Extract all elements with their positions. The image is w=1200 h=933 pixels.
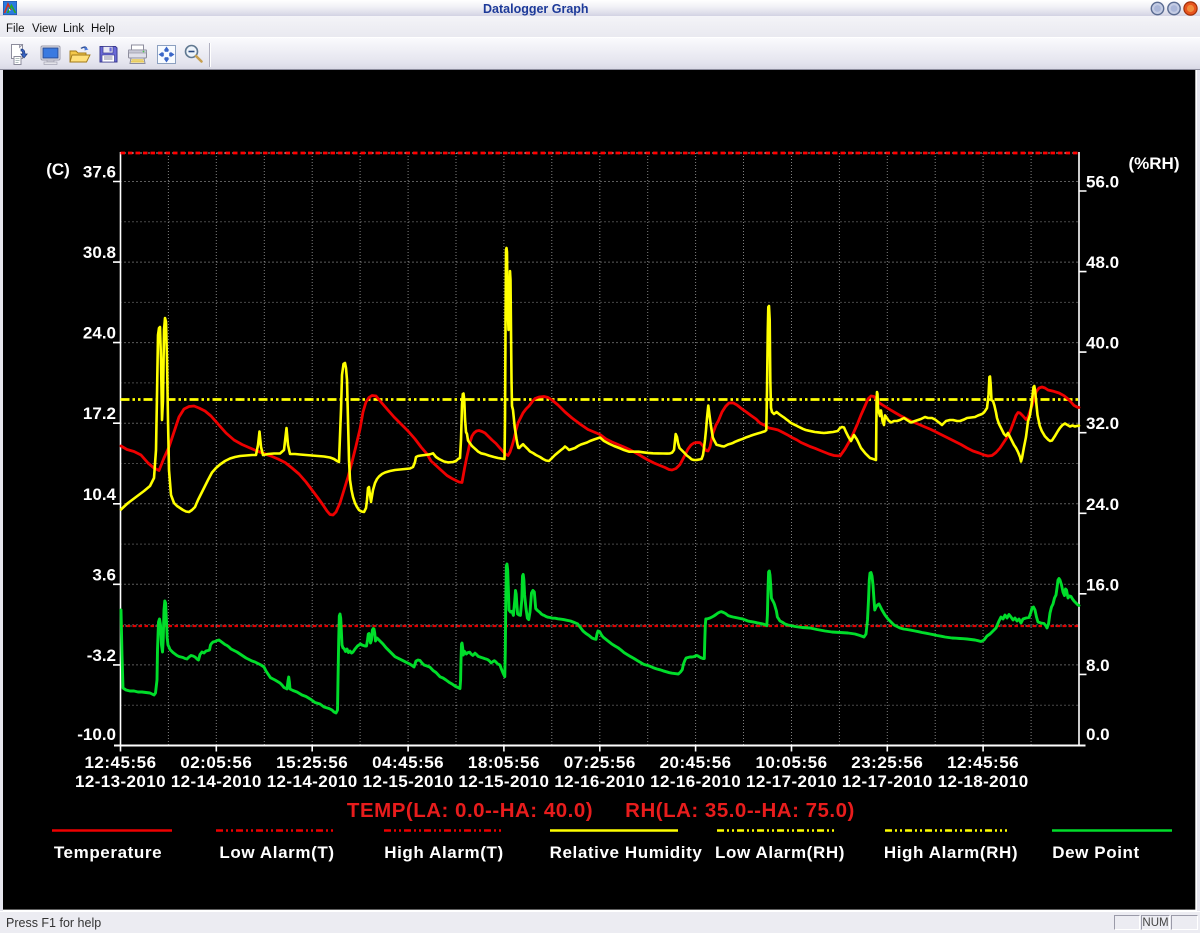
svg-text:23:25:56: 23:25:56 bbox=[851, 753, 923, 772]
svg-text:18:05:56: 18:05:56 bbox=[468, 753, 540, 772]
svg-text:12-13-2010: 12-13-2010 bbox=[75, 772, 166, 791]
svg-text:RH(LA: 35.0--HA: 75.0): RH(LA: 35.0--HA: 75.0) bbox=[625, 799, 855, 822]
svg-text:12-15-2010: 12-15-2010 bbox=[363, 772, 454, 791]
svg-text:8.0: 8.0 bbox=[1086, 656, 1110, 675]
svg-text:High Alarm(RH): High Alarm(RH) bbox=[884, 843, 1018, 862]
svg-text:24.0: 24.0 bbox=[83, 324, 116, 343]
svg-text:12-15-2010: 12-15-2010 bbox=[458, 772, 549, 791]
svg-text:-10.0: -10.0 bbox=[77, 725, 116, 744]
svg-text:0.0: 0.0 bbox=[1086, 725, 1110, 744]
svg-text:Low Alarm(T): Low Alarm(T) bbox=[219, 843, 334, 862]
svg-text:30.8: 30.8 bbox=[83, 243, 116, 262]
svg-text:32.0: 32.0 bbox=[1086, 414, 1119, 433]
svg-text:High Alarm(T): High Alarm(T) bbox=[384, 843, 504, 862]
svg-text:02:05:56: 02:05:56 bbox=[180, 753, 252, 772]
svg-text:12-14-2010: 12-14-2010 bbox=[267, 772, 358, 791]
svg-text:Dew Point: Dew Point bbox=[1052, 843, 1140, 862]
svg-text:07:25:56: 07:25:56 bbox=[564, 753, 636, 772]
svg-text:12-16-2010: 12-16-2010 bbox=[554, 772, 645, 791]
svg-text:12:45:56: 12:45:56 bbox=[947, 753, 1019, 772]
svg-text:3.6: 3.6 bbox=[92, 565, 116, 584]
svg-text:Relative Humidity: Relative Humidity bbox=[550, 843, 703, 862]
svg-text:12-18-2010: 12-18-2010 bbox=[938, 772, 1029, 791]
svg-text:37.6: 37.6 bbox=[83, 163, 116, 182]
svg-text:15:25:56: 15:25:56 bbox=[276, 753, 348, 772]
svg-text:10.4: 10.4 bbox=[83, 485, 117, 504]
svg-text:12-14-2010: 12-14-2010 bbox=[171, 772, 262, 791]
svg-text:48.0: 48.0 bbox=[1086, 253, 1119, 272]
svg-text:-3.2: -3.2 bbox=[87, 646, 116, 665]
svg-text:10:05:56: 10:05:56 bbox=[755, 753, 827, 772]
svg-text:(C): (C) bbox=[46, 160, 70, 179]
svg-text:12:45:56: 12:45:56 bbox=[84, 753, 156, 772]
svg-text:24.0: 24.0 bbox=[1086, 495, 1119, 514]
svg-text:12-16-2010: 12-16-2010 bbox=[650, 772, 741, 791]
svg-text:Low Alarm(RH): Low Alarm(RH) bbox=[715, 843, 845, 862]
svg-text:(%RH): (%RH) bbox=[1129, 154, 1180, 173]
svg-text:12-17-2010: 12-17-2010 bbox=[746, 772, 837, 791]
svg-text:04:45:56: 04:45:56 bbox=[372, 753, 444, 772]
svg-text:Temperature: Temperature bbox=[54, 843, 162, 862]
svg-text:40.0: 40.0 bbox=[1086, 334, 1119, 353]
svg-text:16.0: 16.0 bbox=[1086, 575, 1119, 594]
svg-text:20:45:56: 20:45:56 bbox=[660, 753, 732, 772]
svg-text:56.0: 56.0 bbox=[1086, 173, 1119, 192]
svg-text:TEMP(LA: 0.0--HA: 40.0): TEMP(LA: 0.0--HA: 40.0) bbox=[347, 799, 593, 822]
svg-text:12-17-2010: 12-17-2010 bbox=[842, 772, 933, 791]
svg-text:17.2: 17.2 bbox=[83, 404, 116, 423]
